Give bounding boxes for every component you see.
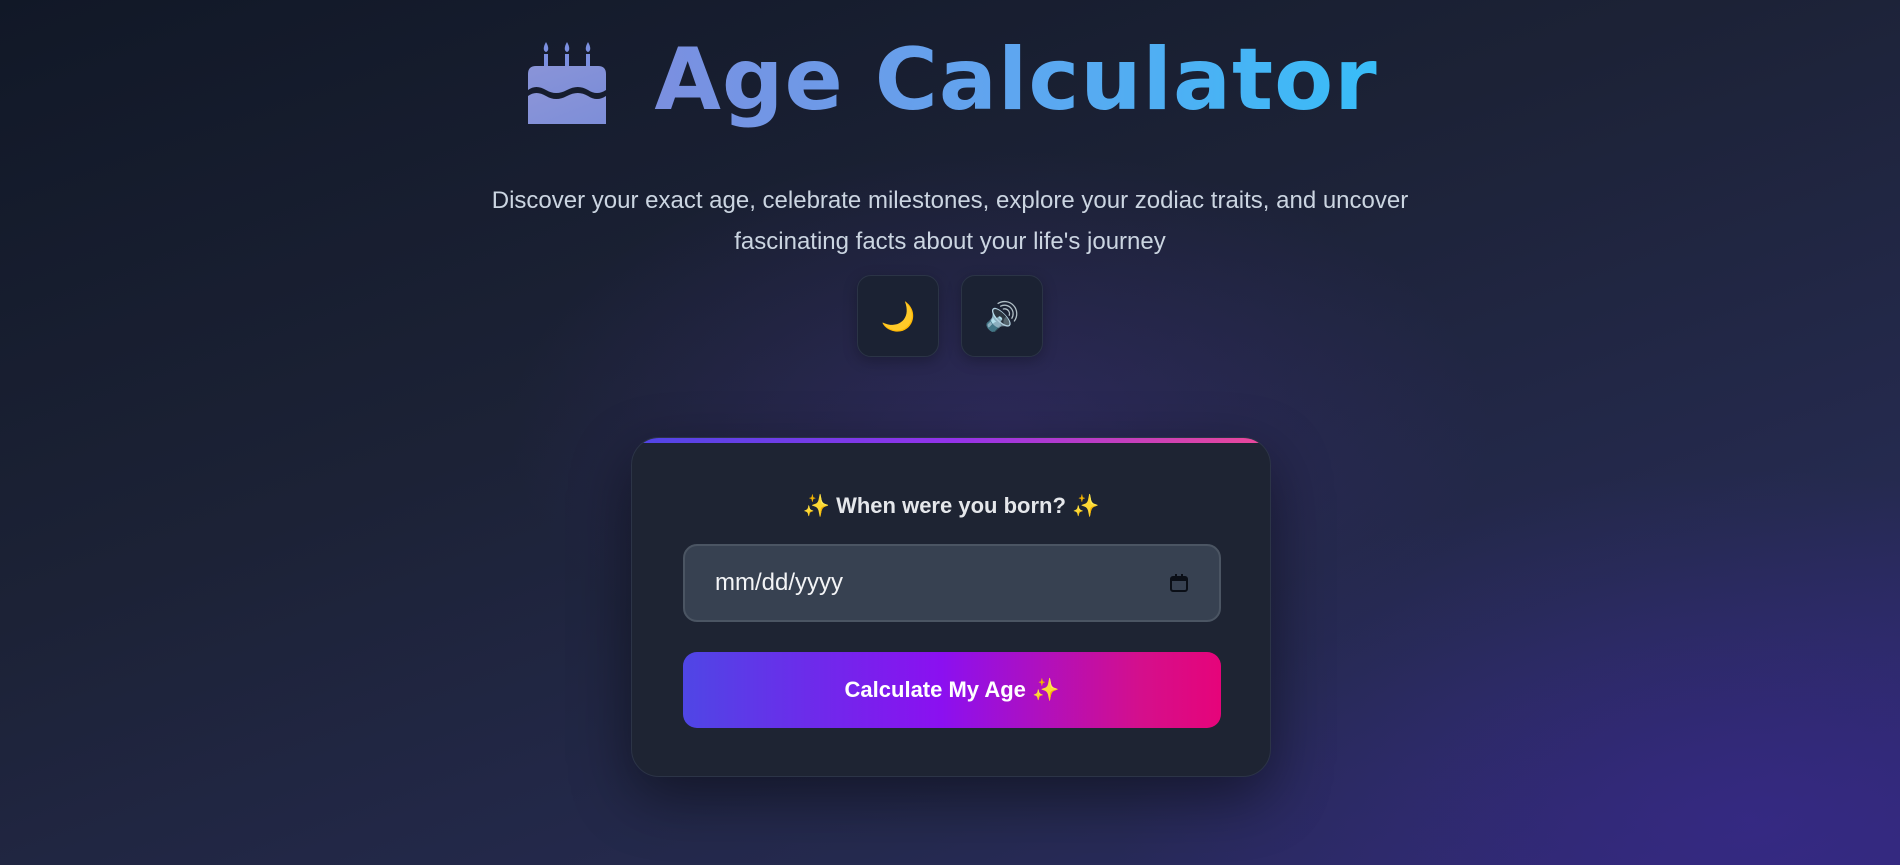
moon-icon: 🌙: [880, 299, 916, 333]
toggle-controls: 🌙 🔊: [857, 275, 1043, 357]
birthdate-label-text: When were you born?: [836, 493, 1066, 518]
sparkles-icon: ✨: [1032, 677, 1060, 702]
sparkles-icon: ✨: [1072, 493, 1100, 518]
sparkles-icon: ✨: [802, 493, 830, 518]
subtitle-line-1: Discover your exact age, celebrate miles…: [491, 187, 1409, 214]
theme-toggle-button[interactable]: 🌙: [857, 275, 939, 357]
calculate-age-button[interactable]: Calculate My Age ✨: [683, 652, 1221, 728]
title-row: Age Calculator: [522, 30, 1377, 130]
birthdate-label: ✨ When were you born? ✨: [632, 493, 1270, 519]
page-subtitle: Discover your exact age, celebrate miles…: [470, 180, 1430, 262]
birthday-cake-icon: [528, 42, 607, 124]
birthdate-input[interactable]: mm/dd/yyyy: [683, 544, 1221, 622]
birthdate-placeholder: mm/dd/yyyy: [715, 569, 844, 596]
calculate-button-label: Calculate My Age: [844, 677, 1026, 702]
birthdate-card: ✨ When were you born? ✨ mm/dd/yyyy Calcu…: [631, 437, 1271, 777]
subtitle-line-2: fascinating facts about your life's jour…: [734, 228, 1166, 255]
card-accent-bar: [632, 438, 1270, 443]
speaker-icon: 🔊: [984, 299, 1020, 333]
page-title: Age Calculator: [654, 30, 1378, 130]
sound-toggle-button[interactable]: 🔊: [961, 275, 1043, 357]
calendar-icon[interactable]: [1169, 573, 1189, 593]
page-header: Age Calculator Discover your exact age, …: [0, 30, 1900, 262]
